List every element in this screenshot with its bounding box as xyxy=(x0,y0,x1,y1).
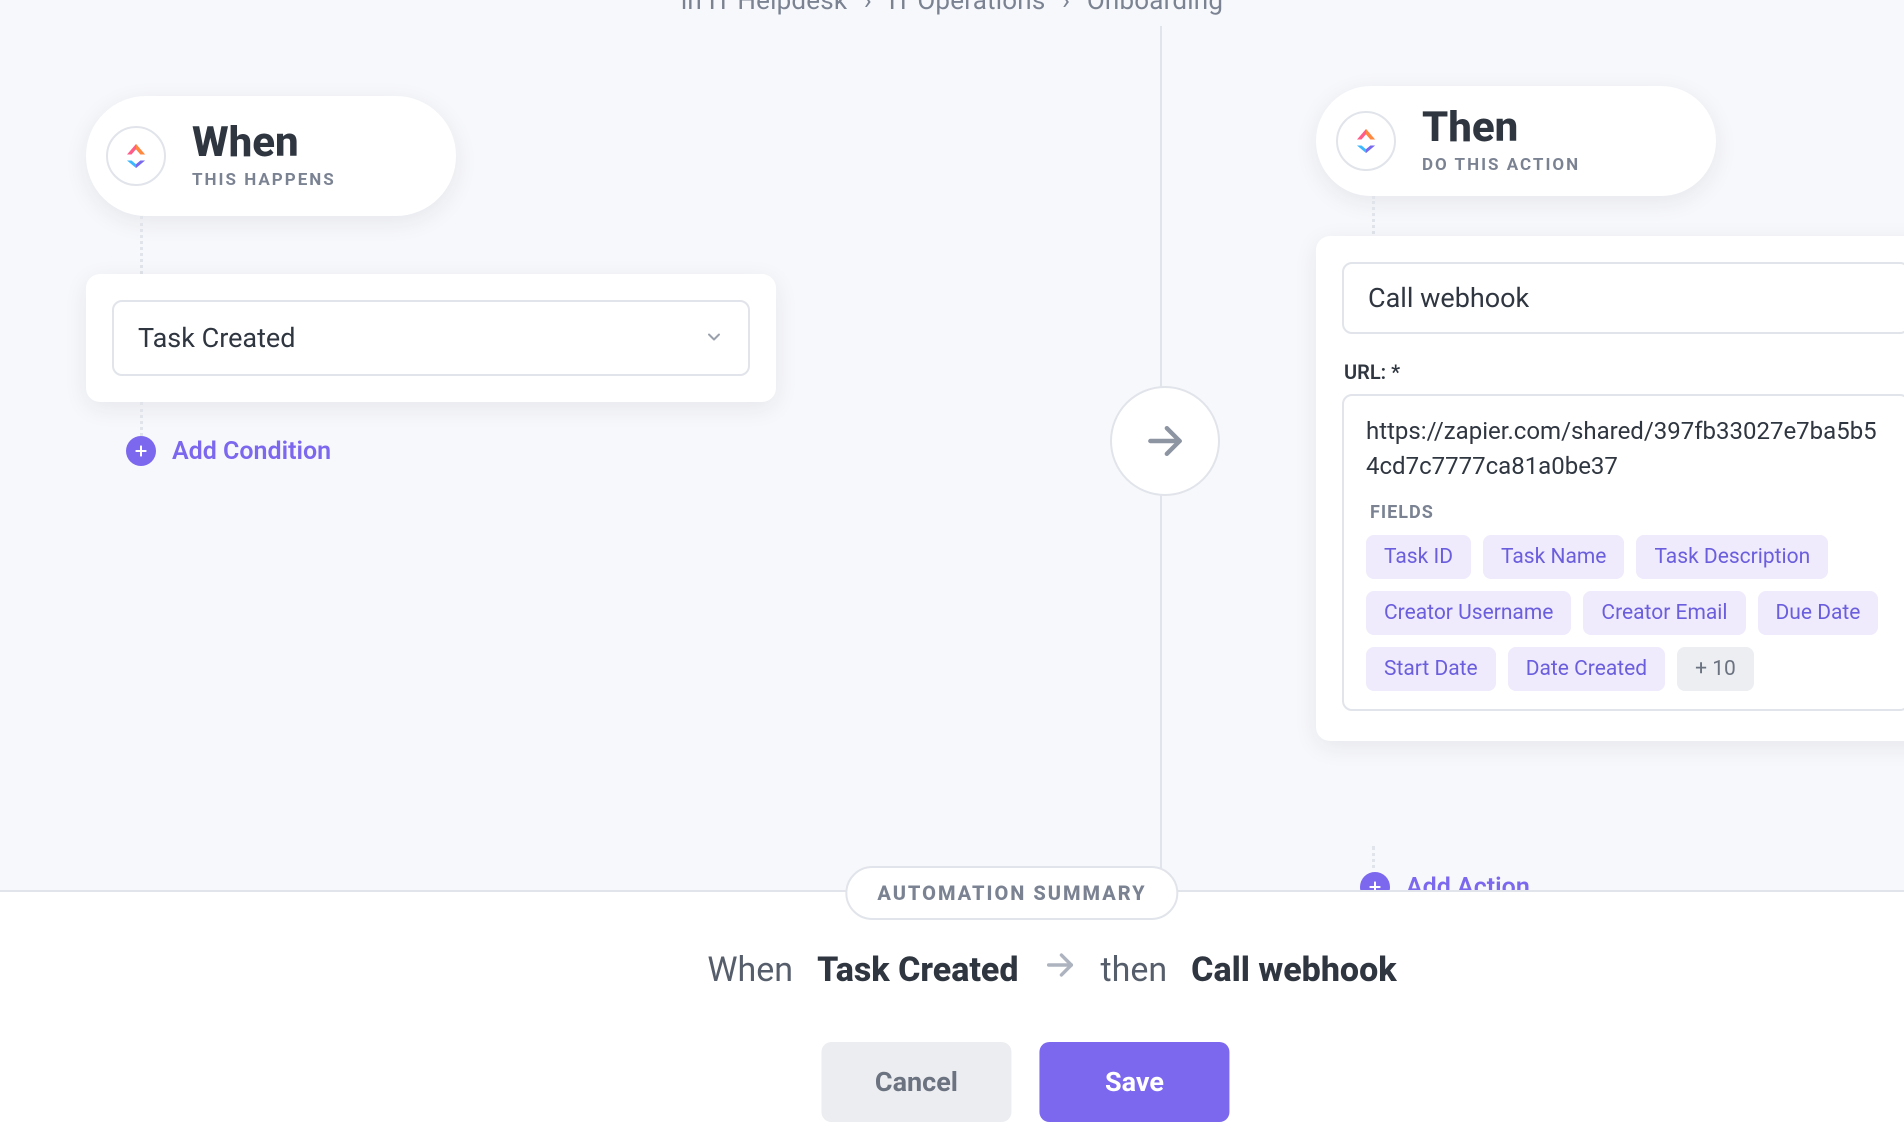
then-header: Then DO THIS ACTION xyxy=(1316,86,1716,196)
url-value: https://zapier.com/shared/397fb33027e7ba… xyxy=(1366,414,1886,484)
field-chip[interactable]: Due Date xyxy=(1758,591,1879,635)
summary-then-prefix: then xyxy=(1101,950,1168,990)
chevron-right-icon: › xyxy=(1062,0,1070,16)
field-chip[interactable]: Start Date xyxy=(1366,647,1496,691)
fields-label: FIELDS xyxy=(1370,502,1886,523)
clickup-logo-icon xyxy=(1336,111,1396,171)
cancel-button[interactable]: Cancel xyxy=(821,1042,1011,1122)
when-header: When THIS HAPPENS xyxy=(86,96,456,216)
add-condition-label: Add Condition xyxy=(172,437,331,466)
breadcrumb-prefix: in xyxy=(681,0,702,16)
chevron-right-icon: › xyxy=(864,0,872,16)
field-chips: Task ID Task Name Task Description Creat… xyxy=(1366,535,1886,691)
field-chip[interactable]: Task Name xyxy=(1483,535,1624,579)
field-chip[interactable]: Task Description xyxy=(1636,535,1828,579)
field-chip-more[interactable]: + 10 xyxy=(1677,647,1754,691)
add-condition-button[interactable]: Add Condition xyxy=(126,436,331,466)
arrow-right-icon xyxy=(1043,948,1077,991)
save-button[interactable]: Save xyxy=(1039,1042,1229,1122)
clickup-logo-icon xyxy=(106,126,166,186)
trigger-selected-value: Task Created xyxy=(138,322,295,354)
footer: AUTOMATION SUMMARY When Task Created the… xyxy=(0,890,1904,1130)
summary-then-value: Call webhook xyxy=(1191,950,1396,990)
plus-circle-icon xyxy=(126,436,156,466)
automation-summary: When Task Created then Call webhook xyxy=(200,948,1904,991)
action-selected-value: Call webhook xyxy=(1368,282,1529,314)
trigger-card: Task Created xyxy=(86,274,776,402)
breadcrumb: in IT Helpdesk › IT Operations › Onboard… xyxy=(0,0,1904,16)
then-title: Then xyxy=(1422,107,1580,149)
connector-line xyxy=(140,216,143,280)
url-input[interactable]: https://zapier.com/shared/397fb33027e7ba… xyxy=(1342,394,1904,711)
url-field-label: URL: * xyxy=(1344,360,1904,384)
flow-arrow xyxy=(1110,386,1220,496)
summary-when-value: Task Created xyxy=(817,950,1018,990)
summary-when-prefix: When xyxy=(707,950,793,990)
breadcrumb-item[interactable]: IT Helpdesk xyxy=(709,0,848,16)
when-subtitle: THIS HAPPENS xyxy=(192,170,336,190)
then-subtitle: DO THIS ACTION xyxy=(1422,155,1580,175)
field-chip[interactable]: Date Created xyxy=(1508,647,1665,691)
when-title: When xyxy=(192,122,336,164)
breadcrumb-item[interactable]: IT Operations xyxy=(889,0,1046,16)
automation-canvas: When THIS HAPPENS Task Created Add Condi… xyxy=(0,26,1904,890)
field-chip[interactable]: Task ID xyxy=(1366,535,1471,579)
action-select[interactable]: Call webhook xyxy=(1342,262,1904,334)
trigger-select[interactable]: Task Created xyxy=(112,300,750,376)
automation-summary-label: AUTOMATION SUMMARY xyxy=(845,866,1178,920)
action-card: Call webhook URL: * https://zapier.com/s… xyxy=(1316,236,1904,741)
breadcrumb-item[interactable]: Onboarding xyxy=(1087,0,1223,16)
field-chip[interactable]: Creator Email xyxy=(1583,591,1745,635)
chevron-down-icon xyxy=(704,322,724,354)
field-chip[interactable]: Creator Username xyxy=(1366,591,1571,635)
